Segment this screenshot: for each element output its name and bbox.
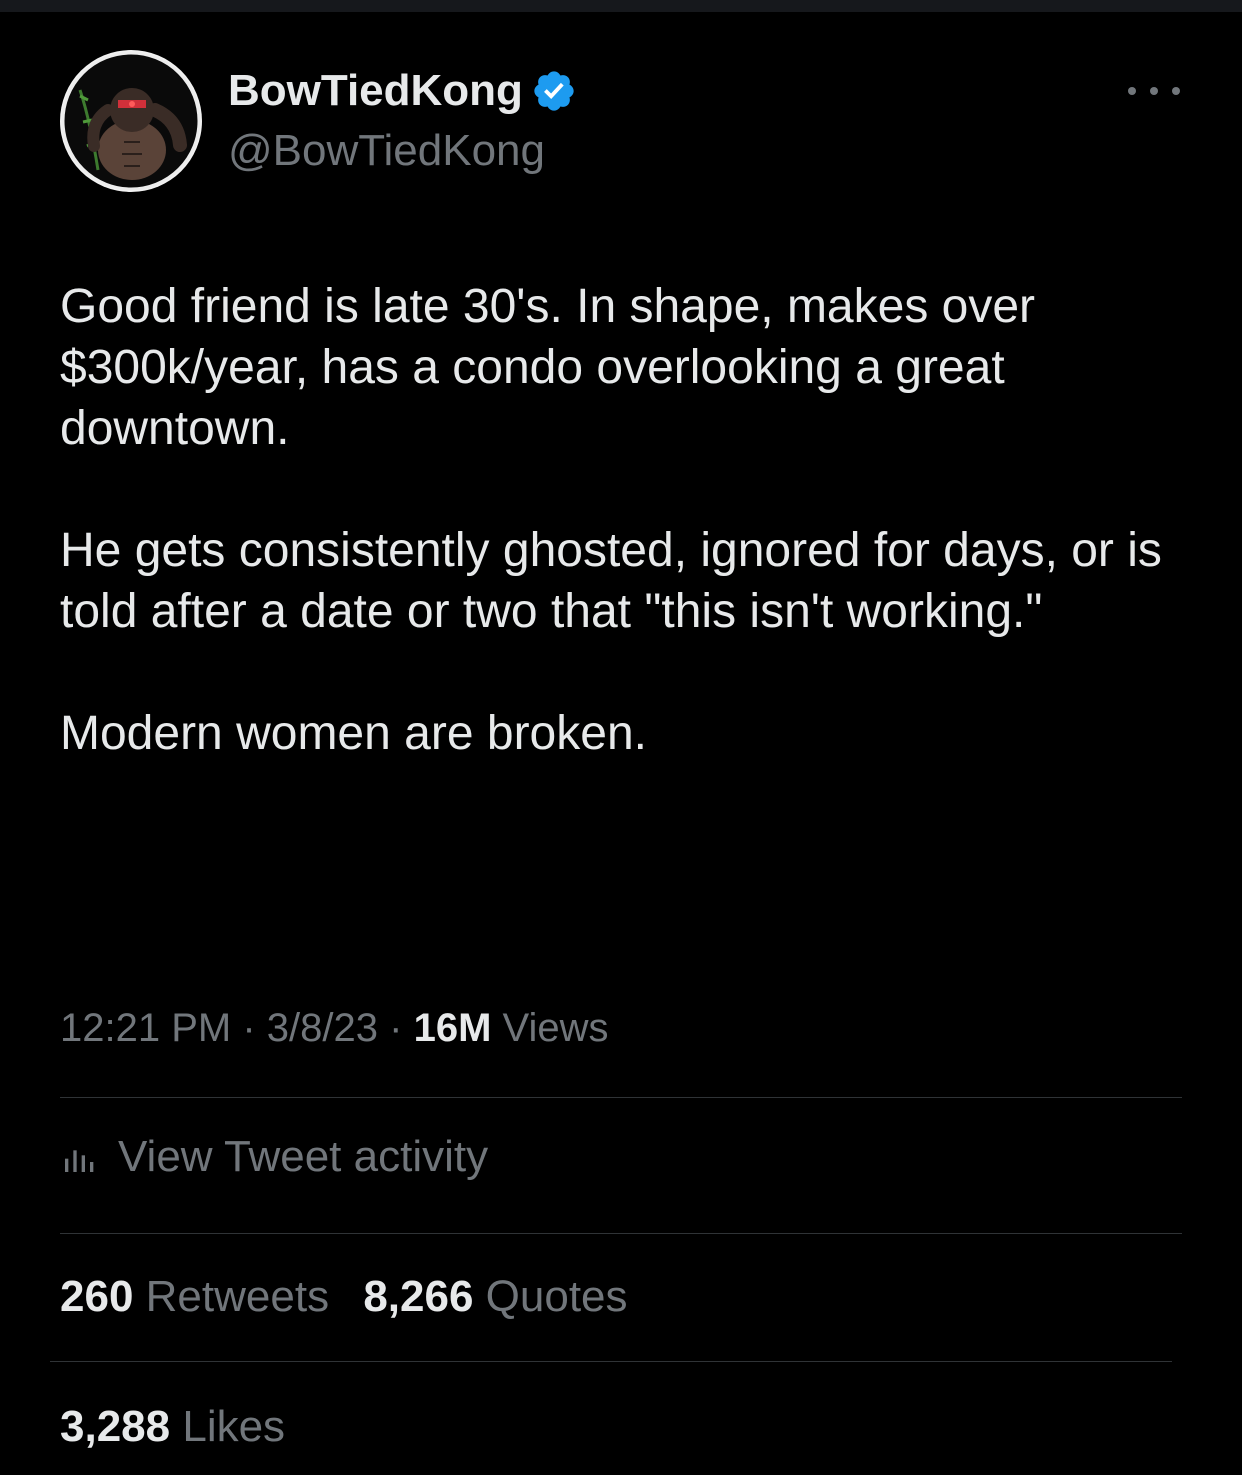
retweets-label: Retweets [145,1272,330,1321]
display-name-text: BowTiedKong [228,66,523,115]
avatar[interactable] [60,50,202,192]
meta-separator: · [242,1006,256,1050]
views-count: 16M [413,1006,492,1050]
quotes-stat[interactable]: 8,266 Quotes [363,1272,627,1321]
meta-separator: · [389,1006,403,1050]
more-options-button[interactable] [1128,78,1180,104]
more-dot-icon [1128,87,1136,95]
more-dot-icon [1172,87,1180,95]
tweet-paragraph: Good friend is late 30's. In shape, make… [60,280,1036,455]
tweet-meta: 12:21 PM · 3/8/23 · 16M Views [60,1006,609,1051]
bar-chart-icon [65,1150,94,1172]
tweet-time[interactable]: 12:21 PM [60,1006,231,1050]
likes-count: 3,288 [60,1402,171,1451]
retweets-count: 260 [60,1272,134,1321]
divider [60,1233,1182,1234]
tweet-stats: 260 Retweets 8,266 Quotes [60,1272,628,1322]
likes-stat[interactable]: 3,288 Likes [60,1402,285,1452]
tweet-text: Good friend is late 30's. In shape, make… [60,276,1190,764]
retweets-stat[interactable]: 260 Retweets [60,1272,341,1321]
gorilla-avatar-icon [61,51,201,191]
view-tweet-activity-label: View Tweet activity [118,1132,489,1181]
divider [50,1361,1172,1362]
quotes-label: Quotes [485,1272,628,1321]
tweet-paragraph: Modern women are broken. [60,707,647,760]
top-bar [0,0,1242,12]
author-display-name[interactable]: BowTiedKong [228,66,577,116]
divider [60,1097,1182,1098]
likes-label: Likes [182,1402,286,1451]
more-dot-icon [1150,87,1158,95]
tweet-date[interactable]: 3/8/23 [267,1006,378,1050]
verified-badge-icon[interactable] [531,68,577,114]
quotes-count: 8,266 [363,1272,474,1321]
views-label: Views [502,1006,609,1050]
view-tweet-activity-button[interactable]: View Tweet activity [60,1132,488,1182]
tweet-paragraph: He gets consistently ghosted, ignored fo… [60,524,1162,638]
author-handle[interactable]: @BowTiedKong [228,126,545,176]
